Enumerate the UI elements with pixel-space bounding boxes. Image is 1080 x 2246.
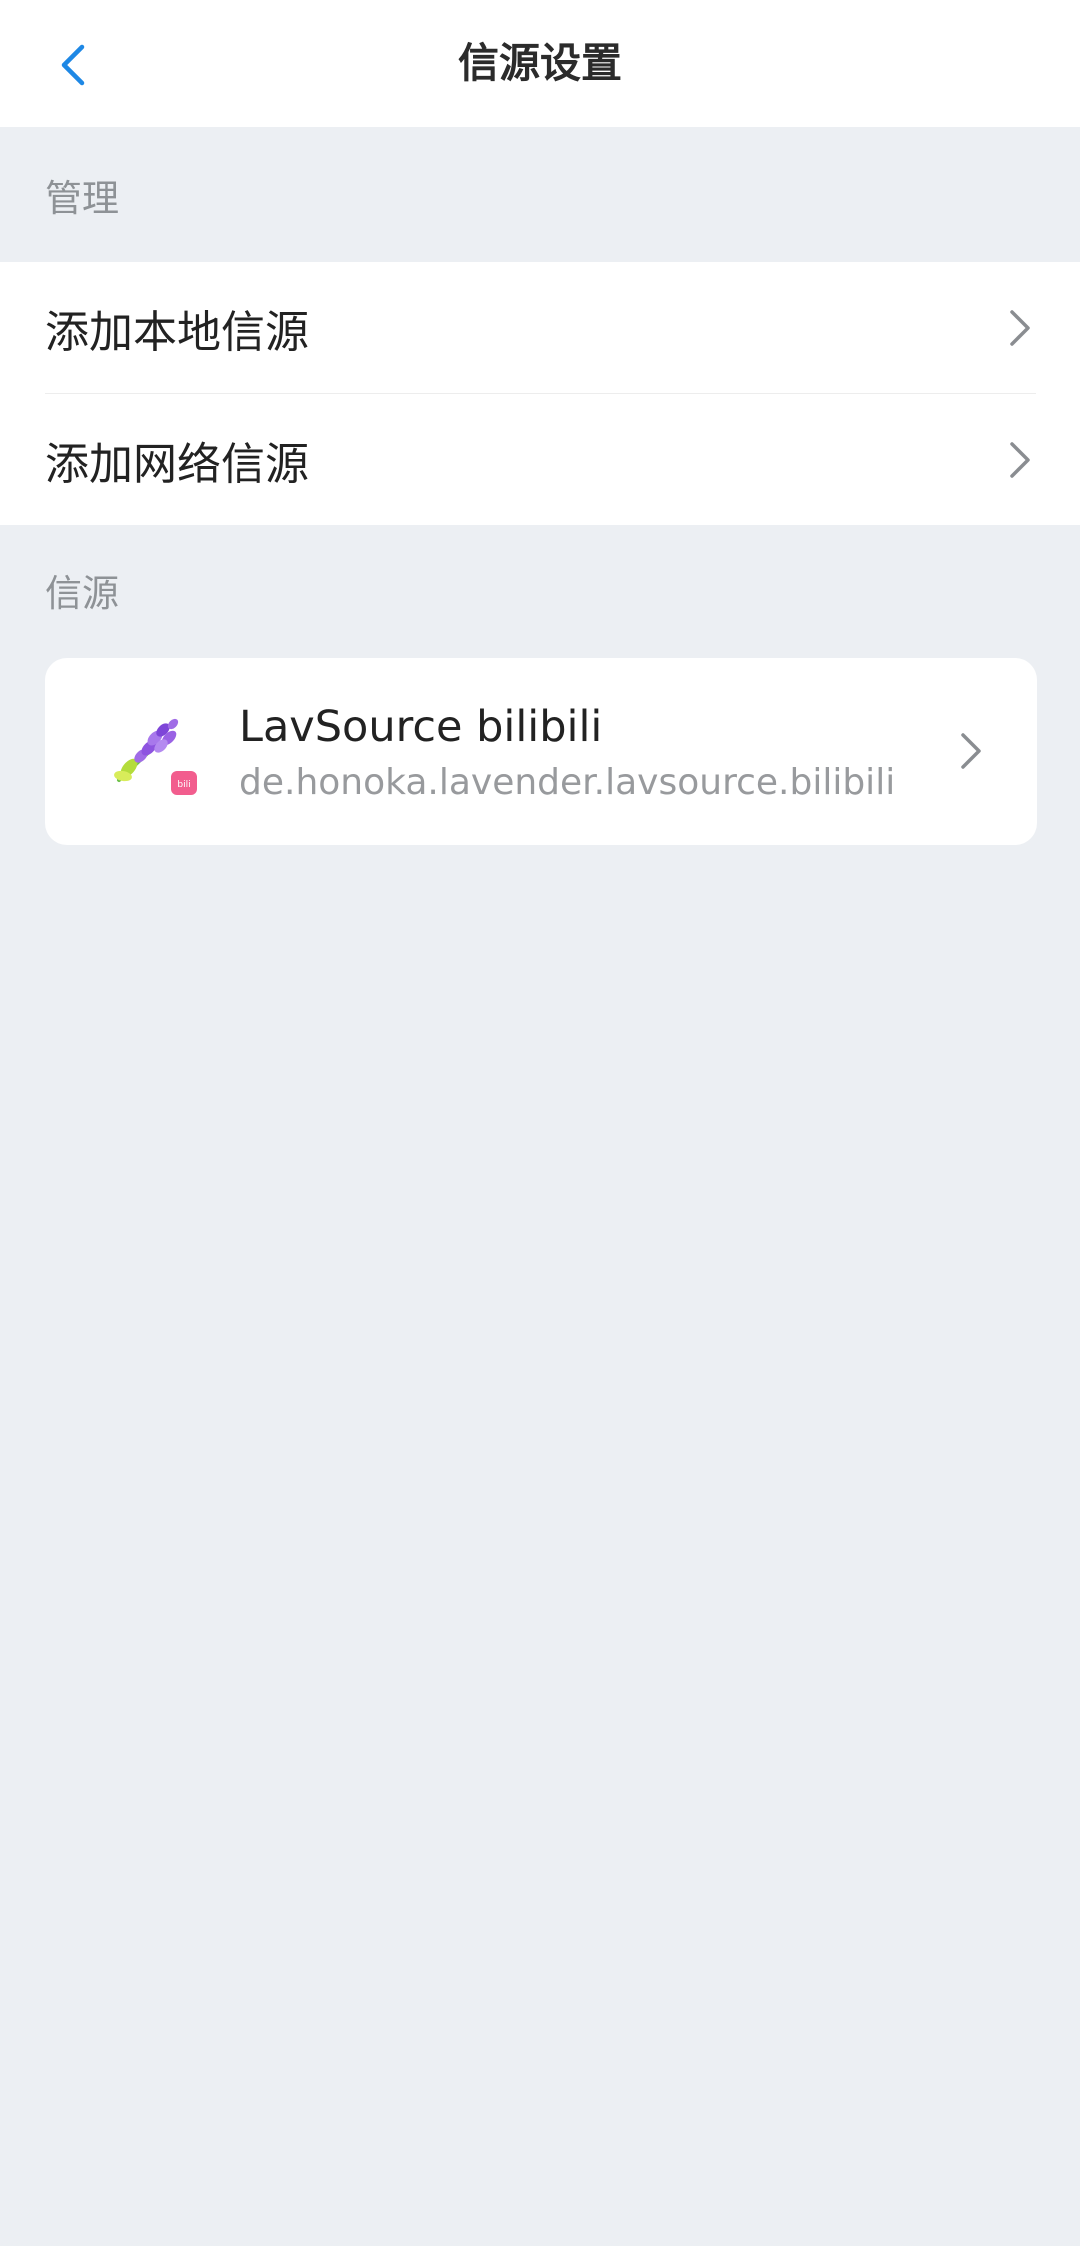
source-card-lavsource-bilibili[interactable]: bili LavSource bilibili de.honoka.lavend… (45, 658, 1037, 845)
app-header: 信源设置 (0, 0, 1080, 127)
add-local-source-label: 添加本地信源 (45, 306, 309, 358)
chevron-right-icon (961, 733, 981, 769)
section-label-sources: 信源 (45, 572, 119, 615)
add-network-source-label: 添加网络信源 (45, 438, 309, 490)
section-label-manage: 管理 (45, 177, 119, 220)
page-title: 信源设置 (458, 39, 622, 87)
source-package-id: de.honoka.lavender.lavsource.bilibili (239, 762, 896, 803)
add-network-source-item[interactable]: 添加网络信源 (0, 394, 1080, 525)
manage-group: 添加本地信源 添加网络信源 (0, 262, 1080, 525)
svg-text:bili: bili (177, 780, 190, 790)
add-local-source-item[interactable]: 添加本地信源 (0, 262, 1080, 393)
chevron-right-icon (1010, 309, 1030, 346)
source-name: LavSource bilibili (239, 702, 603, 752)
bilibili-icon: bili (171, 771, 197, 795)
chevron-right-icon (1010, 441, 1030, 478)
